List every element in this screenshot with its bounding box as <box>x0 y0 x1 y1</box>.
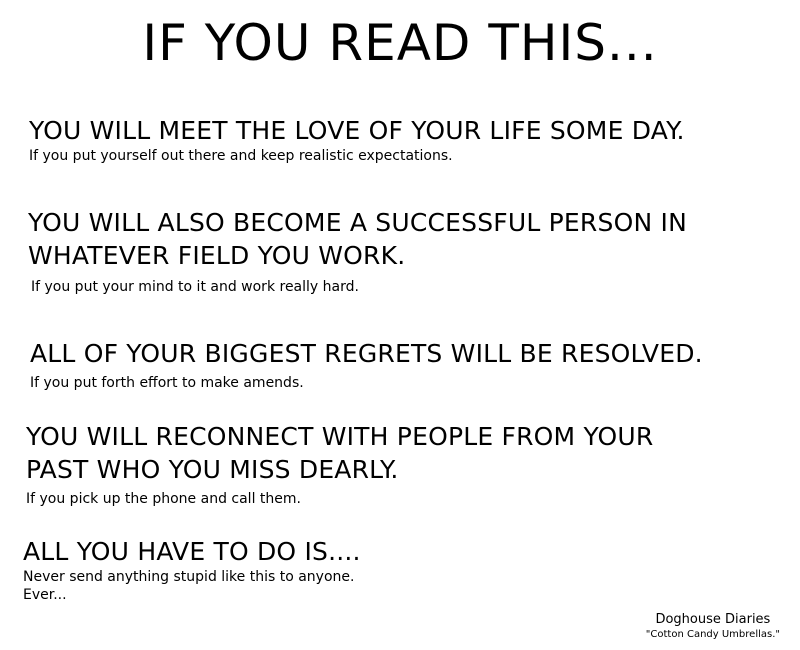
statement-headline-line-2: WHATEVER FIELD YOU WORK. <box>28 241 406 270</box>
statement-regrets: ALL OF YOUR BIGGEST REGRETS WILL BE RESO… <box>30 337 703 392</box>
statement-love: YOU WILL MEET THE LOVE OF YOUR LIFE SOME… <box>29 114 685 165</box>
statement-reconnect: YOU WILL RECONNECT WITH PEOPLE FROM YOUR… <box>26 420 654 508</box>
statement-condition: If you put yourself out there and keep r… <box>29 148 453 164</box>
statement-headline-line-2: PAST WHO YOU MISS DEARLY. <box>26 455 399 484</box>
statement-headline-line-1: YOU WILL RECONNECT WITH PEOPLE FROM YOUR <box>26 422 654 451</box>
credit-title: "Cotton Candy Umbrellas." <box>645 629 780 640</box>
statement-condition: If you put forth effort to make amends. <box>30 375 304 391</box>
statement-condition: If you pick up the phone and call them. <box>26 491 301 507</box>
ending-line-1: Never send anything stupid like this to … <box>23 569 355 585</box>
ending-line-2: Ever... <box>23 587 67 603</box>
statement-headline-line-1: YOU WILL ALSO BECOME A SUCCESSFUL PERSON… <box>28 208 687 237</box>
ending: ALL YOU HAVE TO DO IS.... Never send any… <box>23 535 361 604</box>
statement-condition: If you put your mind to it and work real… <box>31 279 359 295</box>
statement-headline: ALL OF YOUR BIGGEST REGRETS WILL BE RESO… <box>30 339 703 368</box>
ending-headline: ALL YOU HAVE TO DO IS.... <box>23 537 361 566</box>
page-title: IF YOU READ THIS... <box>142 14 658 72</box>
credit: Doghouse Diaries "Cotton Candy Umbrellas… <box>646 611 780 641</box>
statement-success: YOU WILL ALSO BECOME A SUCCESSFUL PERSON… <box>28 206 687 296</box>
credit-name: Doghouse Diaries <box>655 612 771 627</box>
statement-headline: YOU WILL MEET THE LOVE OF YOUR LIFE SOME… <box>29 116 685 145</box>
